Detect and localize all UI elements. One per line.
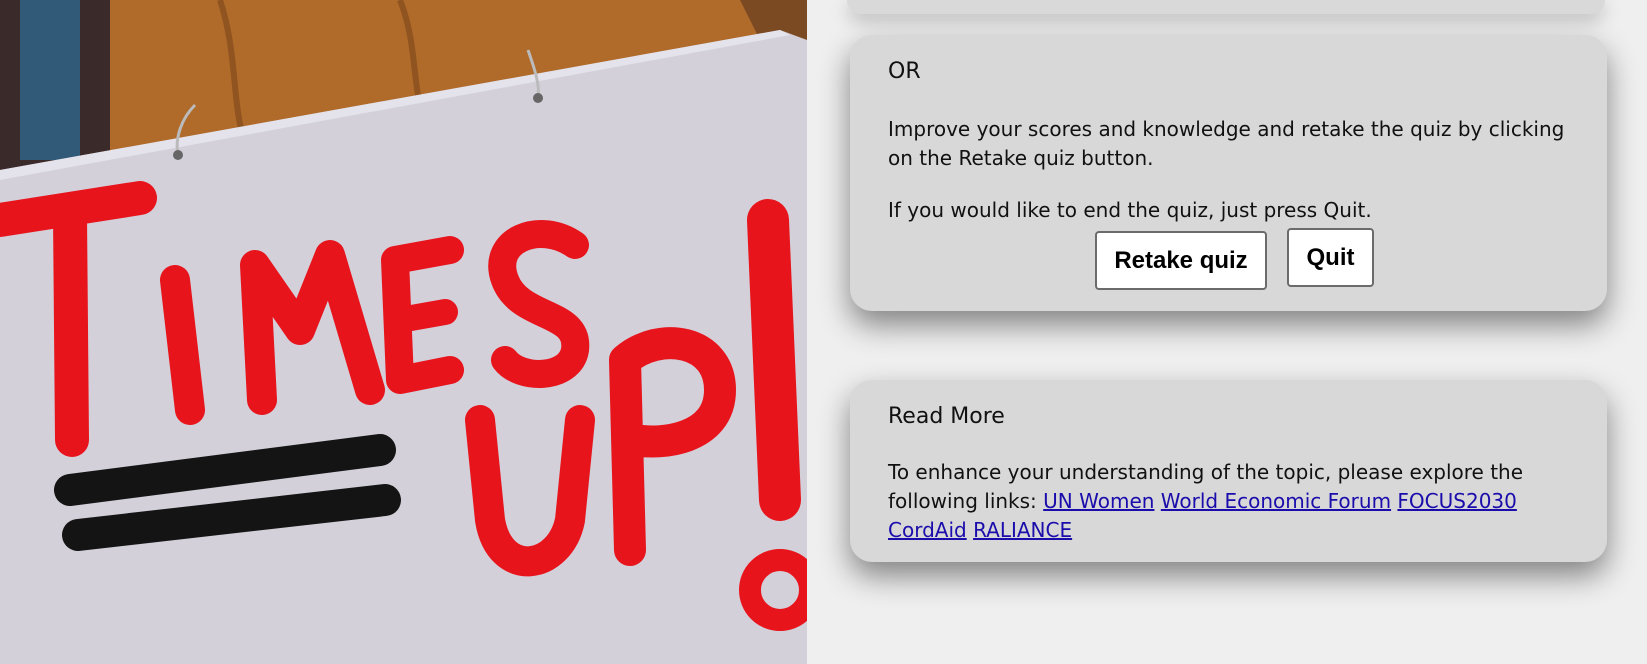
read-more-heading: Read More: [888, 404, 1005, 429]
protest-sign-image: [0, 0, 807, 664]
link-cordaid[interactable]: CordAid: [888, 518, 967, 542]
or-heading: OR: [888, 59, 921, 84]
link-un-women[interactable]: UN Women: [1043, 489, 1154, 513]
retake-or-quit-card: OR Improve your scores and knowledge and…: [850, 35, 1607, 311]
retake-quiz-button[interactable]: Retake quiz: [1095, 231, 1267, 290]
quit-button[interactable]: Quit: [1287, 228, 1374, 287]
quiz-result-panel: OR Improve your scores and knowledge and…: [807, 0, 1647, 664]
read-more-text: To enhance your understanding of the top…: [888, 458, 1568, 545]
retake-instructions: Improve your scores and knowledge and re…: [888, 117, 1565, 170]
quit-instructions: If you would like to end the quiz, just …: [888, 198, 1372, 222]
read-more-card: Read More To enhance your understanding …: [850, 380, 1607, 562]
link-raliance[interactable]: RALIANCE: [973, 518, 1072, 542]
previous-card-edge: [847, 0, 1605, 14]
link-world-economic-forum[interactable]: World Economic Forum: [1161, 489, 1391, 513]
quiz-end-page: OR Improve your scores and knowledge and…: [0, 0, 1647, 664]
link-focus2030[interactable]: FOCUS2030: [1397, 489, 1516, 513]
